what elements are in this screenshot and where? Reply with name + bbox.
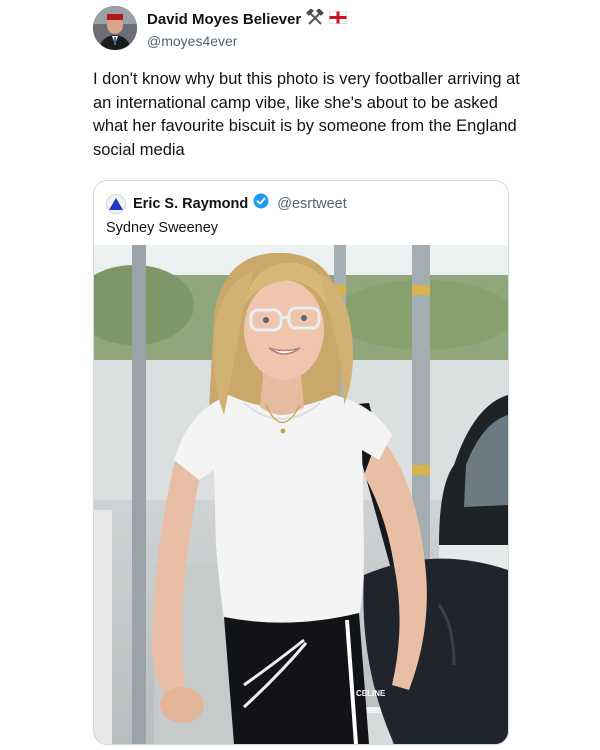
- england-flag-icon: [329, 10, 348, 29]
- author-names: David Moyes Believer @moyes4ever: [147, 8, 348, 49]
- hammers-icon: [306, 8, 325, 30]
- author-avatar[interactable]: [93, 6, 137, 50]
- quoted-tweet-photo[interactable]: CELINE: [94, 245, 508, 744]
- author-handle[interactable]: @moyes4ever: [147, 33, 347, 49]
- quoted-tweet-header: Eric S. Raymond @esrtweet: [106, 193, 347, 214]
- author-avatar-image: [93, 6, 137, 50]
- quoted-author-avatar[interactable]: [106, 193, 126, 214]
- quoted-tweet-text: Sydney Sweeney: [106, 220, 219, 236]
- verified-badge-icon: [253, 193, 269, 214]
- photo-image: CELINE: [94, 245, 508, 744]
- quoted-tweet-card[interactable]: Eric S. Raymond @esrtweet Sydney Sweeney: [93, 180, 509, 745]
- quoted-author-display-name[interactable]: Eric S. Raymond: [133, 196, 248, 212]
- tweet: David Moyes Believer @moyes4ever I don't…: [0, 0, 600, 750]
- tweet-text: I don't know why but this photo is very …: [93, 70, 520, 159]
- author-display-name[interactable]: David Moyes Believer: [147, 11, 301, 28]
- bag-brand-label: CELINE: [356, 689, 386, 698]
- quoted-author-handle[interactable]: @esrtweet: [277, 196, 347, 212]
